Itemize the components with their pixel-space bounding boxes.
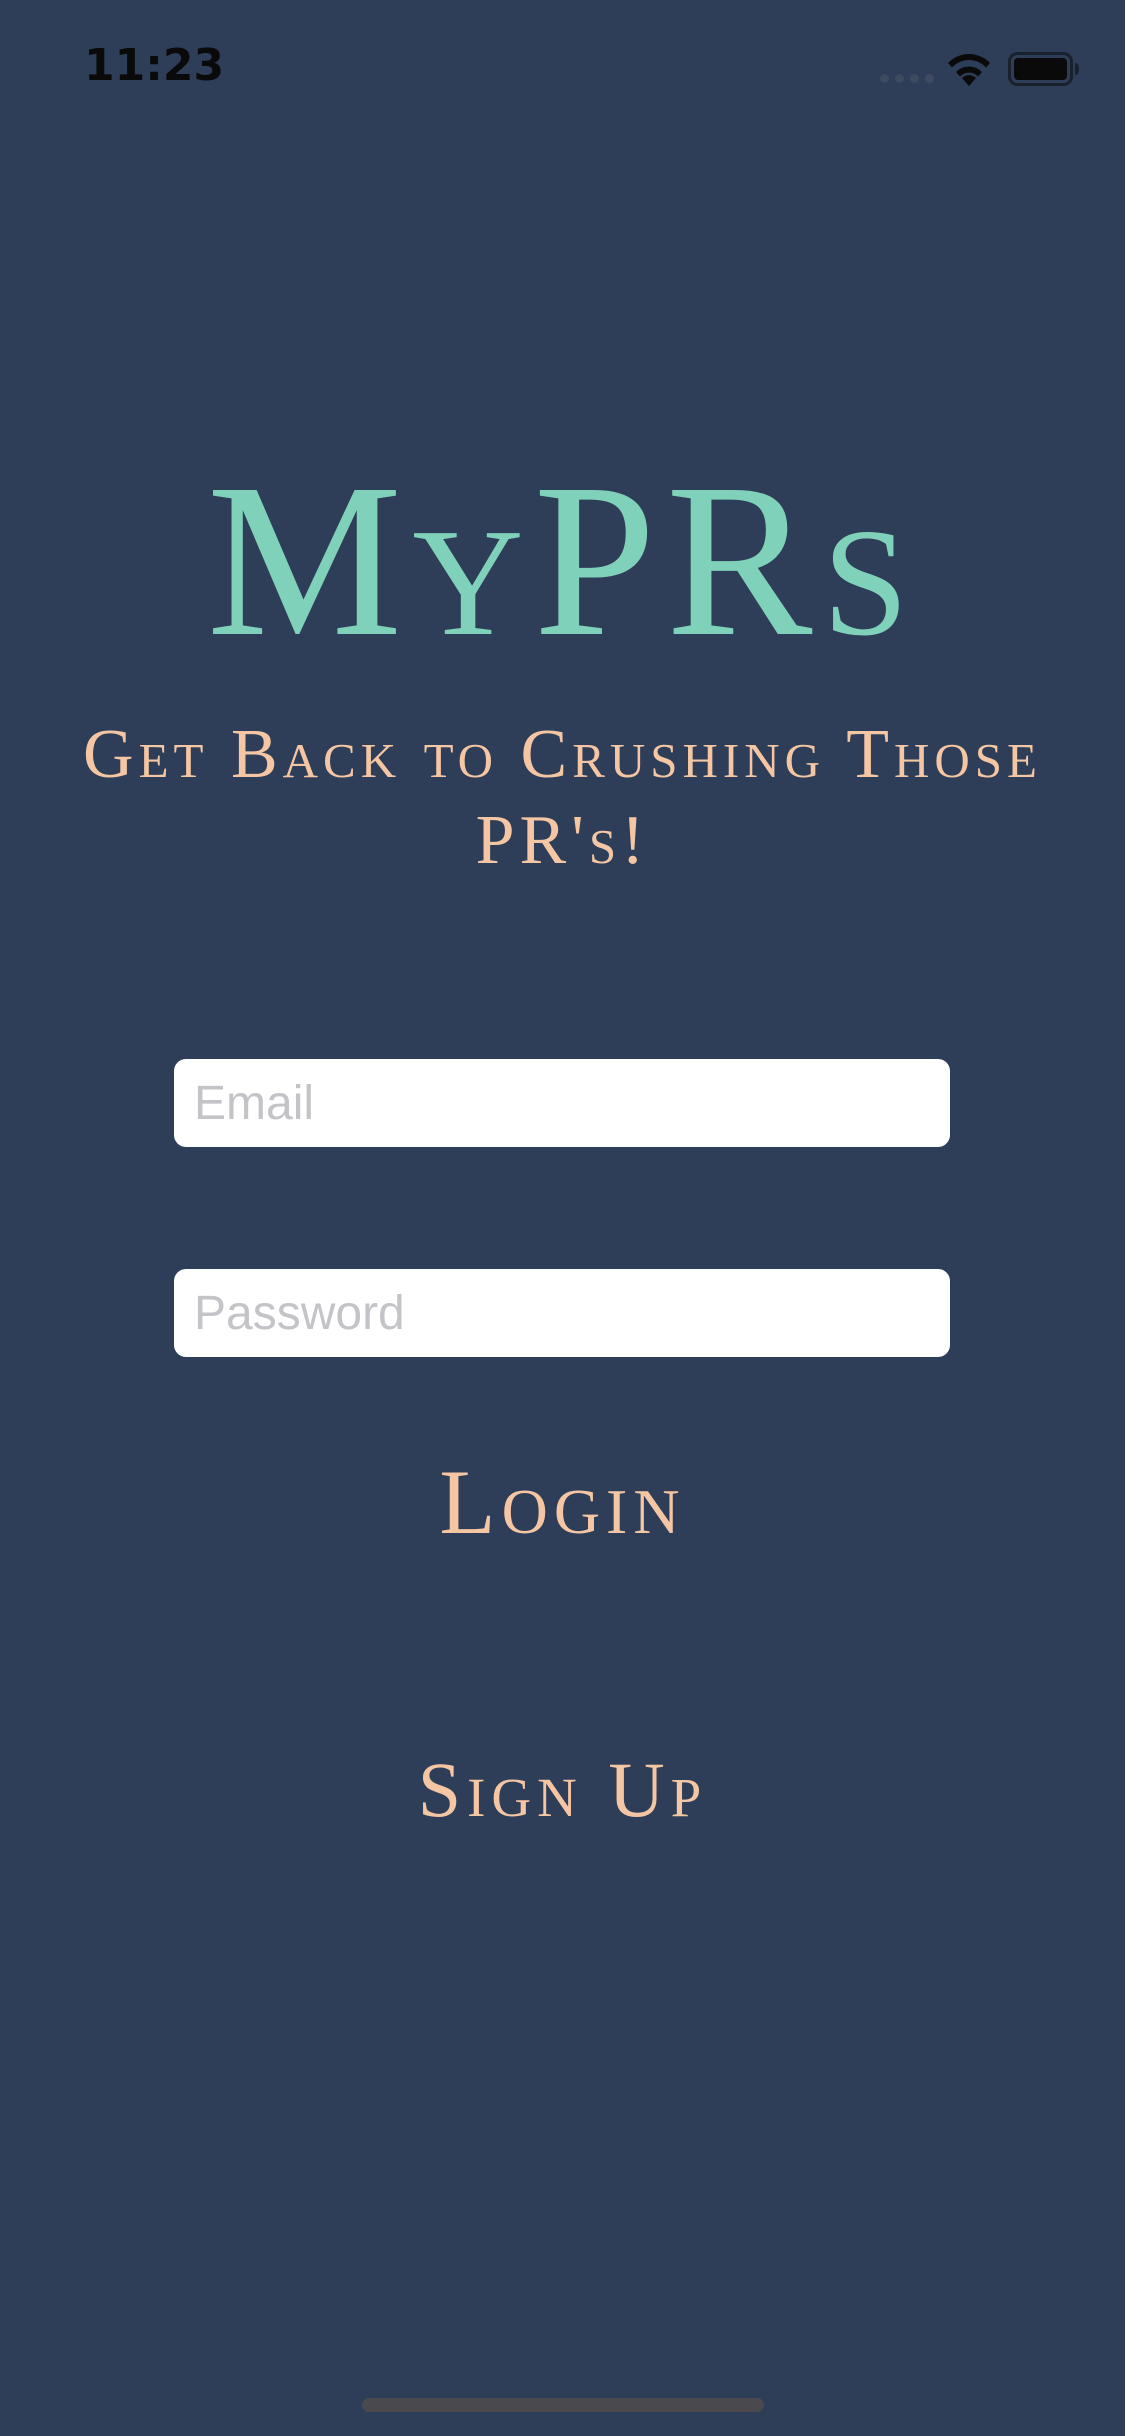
app-title: MyPRs [206,438,919,682]
battery-icon [1008,52,1079,86]
tagline: Get Back to Crushing Those PR's! [83,716,1042,879]
login-button[interactable]: Login [0,1452,1125,1552]
cellular-signal-icon [880,74,934,86]
status-time: 11:23 [84,40,225,91]
password-field[interactable] [174,1269,950,1357]
home-indicator[interactable] [362,2398,764,2412]
wifi-icon [948,54,990,86]
status-bar: 11:23 [0,0,1125,135]
email-field[interactable] [174,1059,950,1147]
sign-up-button[interactable]: Sign Up [0,1745,1125,1835]
